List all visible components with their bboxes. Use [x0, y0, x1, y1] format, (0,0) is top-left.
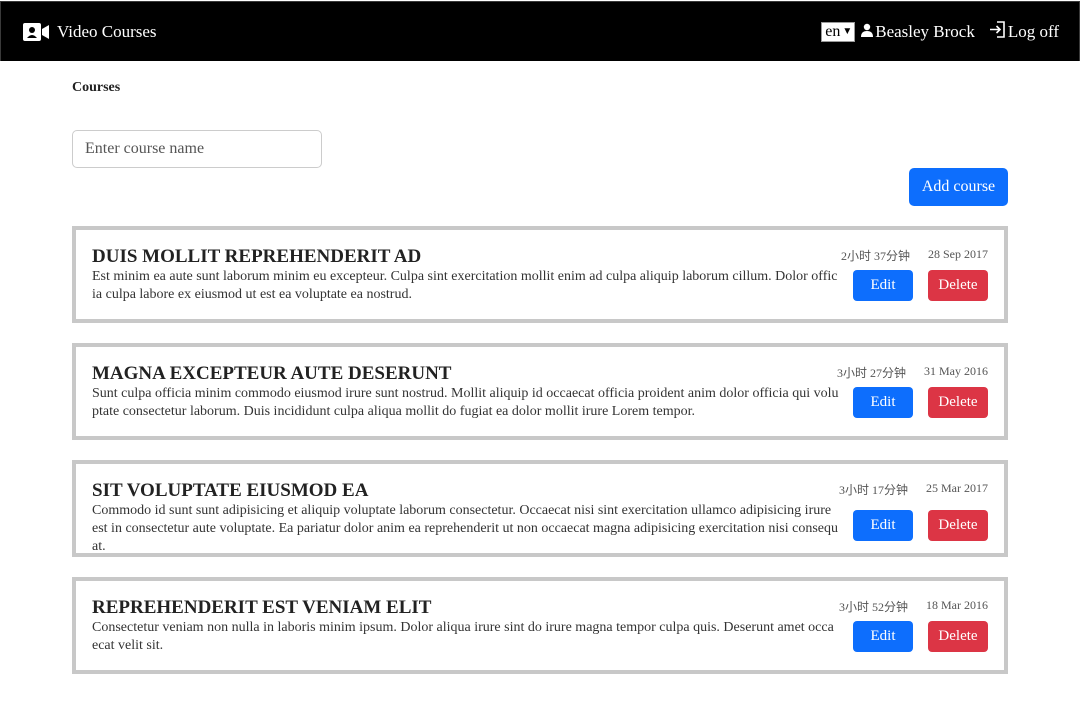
course-date: 18 Mar 2016 — [926, 598, 988, 612]
language-select[interactable]: en ▼ — [821, 21, 856, 42]
course-description: Est minim ea aute sunt laborum minim eu … — [92, 269, 838, 302]
page-title: Courses — [72, 80, 121, 95]
course-side: 3小时 27分钟 31 May 2016 Edit Delete — [837, 363, 988, 436]
logout-icon — [989, 20, 1006, 43]
delete-course-button[interactable]: Delete — [928, 387, 988, 418]
course-date: 25 Mar 2017 — [926, 481, 988, 495]
course-duration: 3小时 52分钟 — [838, 600, 908, 614]
course-title: DUIS MOLLIT REPREHENDERIT AD — [92, 246, 422, 267]
course-duration: 3小时 17分钟 — [838, 483, 908, 497]
user-menu[interactable]: Beasley Brock — [861, 22, 975, 42]
add-course-button[interactable]: Add course — [909, 168, 1008, 206]
course-side: 2小时 37分钟 28 Sep 2017 Edit Delete — [841, 246, 988, 319]
course-info: REPREHENDERIT EST VENIAM ELIT Consectetu… — [92, 597, 848, 670]
delete-course-button[interactable]: Delete — [928, 270, 988, 301]
course-description: Sunt culpa officia minim commodo eiusmod… — [92, 386, 839, 419]
search-input[interactable]: Enter course name — [72, 130, 322, 168]
course-description: Commodo id sunt sunt adipisicing et aliq… — [92, 503, 838, 554]
delete-course-button[interactable]: Delete — [928, 621, 988, 652]
course-side: 3小时 52分钟 18 Mar 2016 Edit Delete — [839, 597, 988, 670]
video-camera-icon — [23, 22, 49, 42]
course-duration: 2小时 37分钟 — [840, 249, 910, 263]
course-info: MAGNA EXCEPTEUR AUTE DESERUNT Sunt culpa… — [92, 363, 848, 436]
course-side: 3小时 17分钟 25 Mar 2017 Edit Delete — [839, 480, 988, 553]
edit-course-button[interactable]: Edit — [853, 510, 913, 541]
course-duration: 3小时 27分钟 — [836, 366, 906, 380]
course-actions: Edit Delete — [853, 387, 988, 418]
course-info: DUIS MOLLIT REPREHENDERIT AD Est minim e… — [92, 246, 848, 319]
course-card: REPREHENDERIT EST VENIAM ELIT Consectetu… — [72, 577, 1008, 674]
course-meta: 3小时 17分钟 25 Mar 2017 — [839, 481, 988, 498]
edit-course-button[interactable]: Edit — [853, 270, 913, 301]
course-actions: Edit Delete — [853, 510, 988, 541]
user-name: Beasley Brock — [875, 21, 975, 41]
chevron-down-icon: ▼ — [842, 26, 853, 37]
app-title: Video Courses — [57, 21, 157, 41]
logoff-link[interactable]: Log off — [989, 20, 1059, 43]
course-card: DUIS MOLLIT REPREHENDERIT AD Est minim e… — [72, 226, 1008, 323]
edit-course-button[interactable]: Edit — [853, 621, 913, 652]
course-description: Consectetur veniam non nulla in laboris … — [92, 620, 834, 653]
top-navbar: Video Courses en ▼ Beasley Brock Log off — [0, 1, 1080, 61]
course-actions: Edit Delete — [853, 621, 988, 652]
delete-course-button[interactable]: Delete — [928, 510, 988, 541]
edit-course-button[interactable]: Edit — [853, 387, 913, 418]
course-actions: Edit Delete — [853, 270, 988, 301]
course-list: DUIS MOLLIT REPREHENDERIT AD Est minim e… — [72, 226, 1008, 674]
course-title: SIT VOLUPTATE EIUSMOD EA — [92, 480, 369, 501]
search-placeholder: Enter course name — [85, 140, 205, 157]
logoff-label: Log off — [1007, 21, 1059, 41]
course-info: SIT VOLUPTATE EIUSMOD EA Commodo id sunt… — [92, 480, 848, 554]
course-card: SIT VOLUPTATE EIUSMOD EA Commodo id sunt… — [72, 460, 1008, 557]
course-meta: 3小时 27分钟 31 May 2016 — [837, 364, 988, 381]
user-icon — [861, 22, 874, 42]
course-title: MAGNA EXCEPTEUR AUTE DESERUNT — [92, 363, 452, 384]
course-meta: 2小时 37分钟 28 Sep 2017 — [841, 247, 988, 264]
course-title: REPREHENDERIT EST VENIAM ELIT — [92, 597, 432, 618]
course-card: MAGNA EXCEPTEUR AUTE DESERUNT Sunt culpa… — [72, 343, 1008, 440]
brand[interactable]: Video Courses — [23, 22, 157, 42]
course-meta: 3小时 52分钟 18 Mar 2016 — [839, 598, 988, 615]
course-date: 31 May 2016 — [924, 364, 988, 378]
course-date: 28 Sep 2017 — [928, 247, 988, 261]
